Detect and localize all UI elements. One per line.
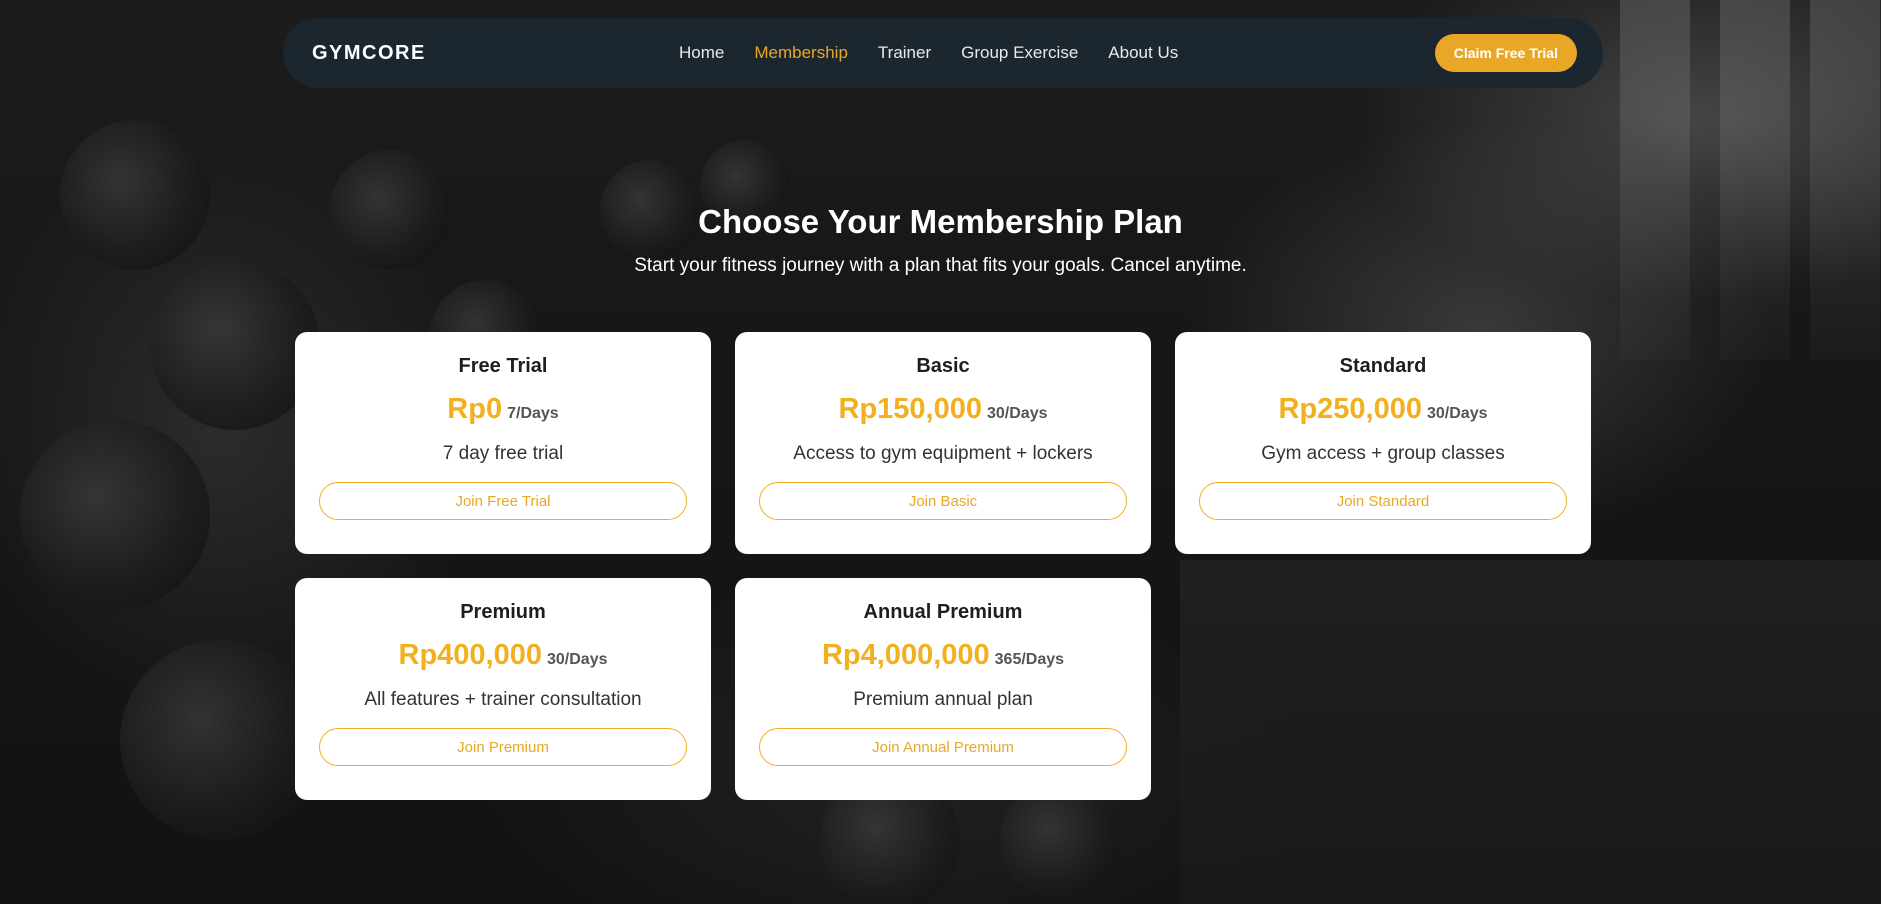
plan-price-row: Rp0 7/Days <box>319 393 687 429</box>
plan-price-row: Rp150,000 30/Days <box>759 393 1127 429</box>
plan-cards: Free Trial Rp0 7/Days 7 day free trial J… <box>295 332 1591 800</box>
plan-period: 7/Days <box>507 405 559 422</box>
plan-description: Access to gym equipment + lockers <box>793 443 1093 464</box>
nav-link-trainer[interactable]: Trainer <box>878 43 931 63</box>
nav-link-group-exercise[interactable]: Group Exercise <box>961 43 1078 63</box>
plan-price: Rp150,000 <box>838 393 983 425</box>
plan-price: Rp4,000,000 <box>821 639 990 671</box>
plan-price-row: Rp400,000 30/Days <box>319 639 687 675</box>
plan-period: 30/Days <box>547 651 608 668</box>
join-annual-premium-button[interactable]: Join Annual Premium <box>759 728 1127 766</box>
hero-section: Choose Your Membership Plan Start your f… <box>0 203 1881 277</box>
navbar: GYMCORE Home Membership Trainer Group Ex… <box>283 18 1603 88</box>
plan-description: Gym access + group classes <box>1261 443 1505 464</box>
join-premium-button[interactable]: Join Premium <box>319 728 687 766</box>
page-subtitle: Start your fitness journey with a plan t… <box>634 255 1247 276</box>
plan-card-free-trial: Free Trial Rp0 7/Days 7 day free trial J… <box>295 332 711 554</box>
plan-price: Rp400,000 <box>398 639 543 671</box>
plan-period: 365/Days <box>994 651 1065 668</box>
plan-description: 7 day free trial <box>442 443 564 464</box>
nav-links: Home Membership Trainer Group Exercise A… <box>679 18 1178 88</box>
plan-name: Free Trial <box>458 355 548 377</box>
join-basic-button[interactable]: Join Basic <box>759 482 1127 520</box>
plan-description: Premium annual plan <box>853 689 1033 710</box>
plan-price-row: Rp250,000 30/Days <box>1199 393 1567 429</box>
brand-logo[interactable]: GYMCORE <box>312 42 426 65</box>
plan-name: Standard <box>1339 355 1427 377</box>
plan-name: Basic <box>916 355 970 377</box>
plan-price-row: Rp4,000,000 365/Days <box>759 639 1127 675</box>
plan-card-annual-premium: Annual Premium Rp4,000,000 365/Days Prem… <box>735 578 1151 800</box>
nav-link-membership[interactable]: Membership <box>754 43 848 63</box>
plan-card-premium: Premium Rp400,000 30/Days All features +… <box>295 578 711 800</box>
join-standard-button[interactable]: Join Standard <box>1199 482 1567 520</box>
claim-free-trial-button[interactable]: Claim Free Trial <box>1434 34 1577 72</box>
nav-link-home[interactable]: Home <box>679 43 724 63</box>
plan-name: Premium <box>460 601 546 623</box>
plan-period: 30/Days <box>1427 405 1488 422</box>
page-title: Choose Your Membership Plan <box>698 203 1183 240</box>
plan-price: Rp0 <box>447 393 503 425</box>
plan-price: Rp250,000 <box>1278 393 1423 425</box>
plan-card-standard: Standard Rp250,000 30/Days Gym access + … <box>1175 332 1591 554</box>
plan-description: All features + trainer consultation <box>364 689 642 710</box>
nav-link-about-us[interactable]: About Us <box>1108 43 1178 63</box>
plan-name: Annual Premium <box>863 601 1023 623</box>
join-free-trial-button[interactable]: Join Free Trial <box>319 482 687 520</box>
plan-period: 30/Days <box>987 405 1048 422</box>
plan-card-basic: Basic Rp150,000 30/Days Access to gym eq… <box>735 332 1151 554</box>
